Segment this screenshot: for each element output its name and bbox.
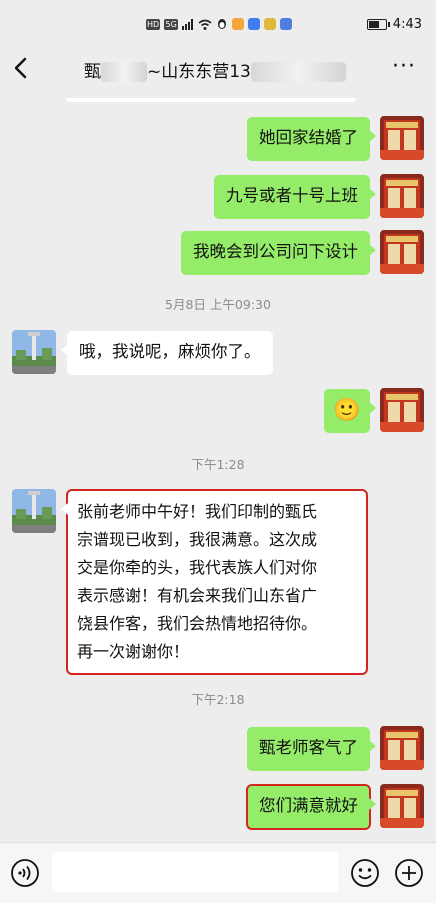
title-surname: 甄	[84, 62, 101, 82]
previous-bubble-edge	[66, 98, 356, 102]
wechat-icon	[232, 18, 245, 30]
message-line: 张前老师中午好！我们印制的甄氏	[77, 502, 318, 521]
message-bubble[interactable]: 哦，我说呢，麻烦你了。	[61, 331, 273, 375]
plus-icon[interactable]	[394, 858, 424, 888]
message-bubble[interactable]: 九号或者十号上班	[214, 175, 376, 219]
my-avatar[interactable]	[380, 230, 424, 274]
message-row: 甄老师客气了	[0, 726, 436, 772]
back-arrow-icon[interactable]	[10, 54, 34, 82]
message-row: 张前老师中午好！我们印制的甄氏 宗谱现已收到，我很满意。这次成 交是你牵的头，我…	[0, 489, 436, 675]
timestamp: 下午2:18	[191, 692, 245, 707]
emoji-bubble[interactable]: 🙂	[324, 389, 376, 433]
message-row: 您们满意就好	[0, 784, 436, 830]
contact-avatar[interactable]	[12, 330, 56, 374]
mail-icon	[264, 18, 277, 30]
qq-icon	[218, 19, 227, 29]
input-bar	[0, 842, 436, 903]
redacted-name-blur	[101, 62, 147, 82]
message-line: 交是你牵的头，我代表族人们对你	[77, 558, 318, 577]
title-location: ~山东东营13	[147, 62, 251, 82]
message-line: 再一次谢谢你！	[77, 642, 190, 661]
chat-header: 甄 ~山东东营13 ···	[0, 40, 436, 98]
message-line: 宗谱现已收到，我很满意。这次成	[77, 530, 318, 549]
message-row: 🙂	[0, 388, 436, 434]
status-bar: HD 5G 4:43	[0, 0, 436, 40]
chat-title: 甄 ~山东东营13	[84, 57, 346, 82]
my-avatar[interactable]	[380, 784, 424, 828]
contact-avatar[interactable]	[12, 489, 56, 533]
message-row: 她回家结婚了	[0, 116, 436, 162]
emoji-icon[interactable]	[350, 858, 380, 888]
message-line: 表示感谢！有机会来我们山东省广	[77, 586, 318, 605]
my-avatar[interactable]	[380, 116, 424, 160]
my-avatar[interactable]	[380, 388, 424, 432]
status-icons-right: 4:43	[366, 17, 422, 32]
wps-icon	[280, 18, 293, 30]
my-avatar[interactable]	[380, 174, 424, 218]
signal-icon	[182, 18, 194, 30]
message-row: 九号或者十号上班	[0, 174, 436, 220]
status-icons-left: HD 5G	[146, 18, 293, 30]
battery-icon	[366, 19, 390, 30]
5g-badge: 5G	[164, 18, 179, 30]
hd-badge: HD	[146, 18, 161, 30]
my-avatar[interactable]	[380, 726, 424, 770]
more-options-button[interactable]: ···	[392, 56, 416, 78]
message-line: 饶县作客，我们会热情地招待你。	[77, 614, 318, 633]
message-bubble[interactable]: 甄老师客气了	[247, 727, 376, 771]
app-icon	[248, 18, 261, 30]
clock: 4:43	[392, 17, 422, 32]
message-row: 我晚会到公司问下设计	[0, 230, 436, 276]
timestamp: 5月8日 上午09:30	[165, 297, 271, 312]
highlighted-message-bubble[interactable]: 您们满意就好	[246, 784, 376, 830]
battery-level	[368, 21, 379, 28]
message-list[interactable]: 她回家结婚了 九号或者十号上班 我晚会到公司问下设计 5月8日 上午09:30 …	[0, 98, 436, 838]
timestamp: 下午1:28	[191, 457, 245, 472]
message-bubble[interactable]: 她回家结婚了	[247, 117, 376, 161]
message-input[interactable]	[52, 852, 338, 892]
voice-icon[interactable]	[10, 858, 40, 888]
highlighted-message-bubble[interactable]: 张前老师中午好！我们印制的甄氏 宗谱现已收到，我很满意。这次成 交是你牵的头，我…	[61, 489, 368, 675]
wifi-icon	[198, 19, 212, 30]
message-bubble[interactable]: 我晚会到公司问下设计	[181, 231, 376, 275]
message-row: 哦，我说呢，麻烦你了。	[0, 330, 436, 376]
redacted-phone-blur	[250, 62, 346, 82]
